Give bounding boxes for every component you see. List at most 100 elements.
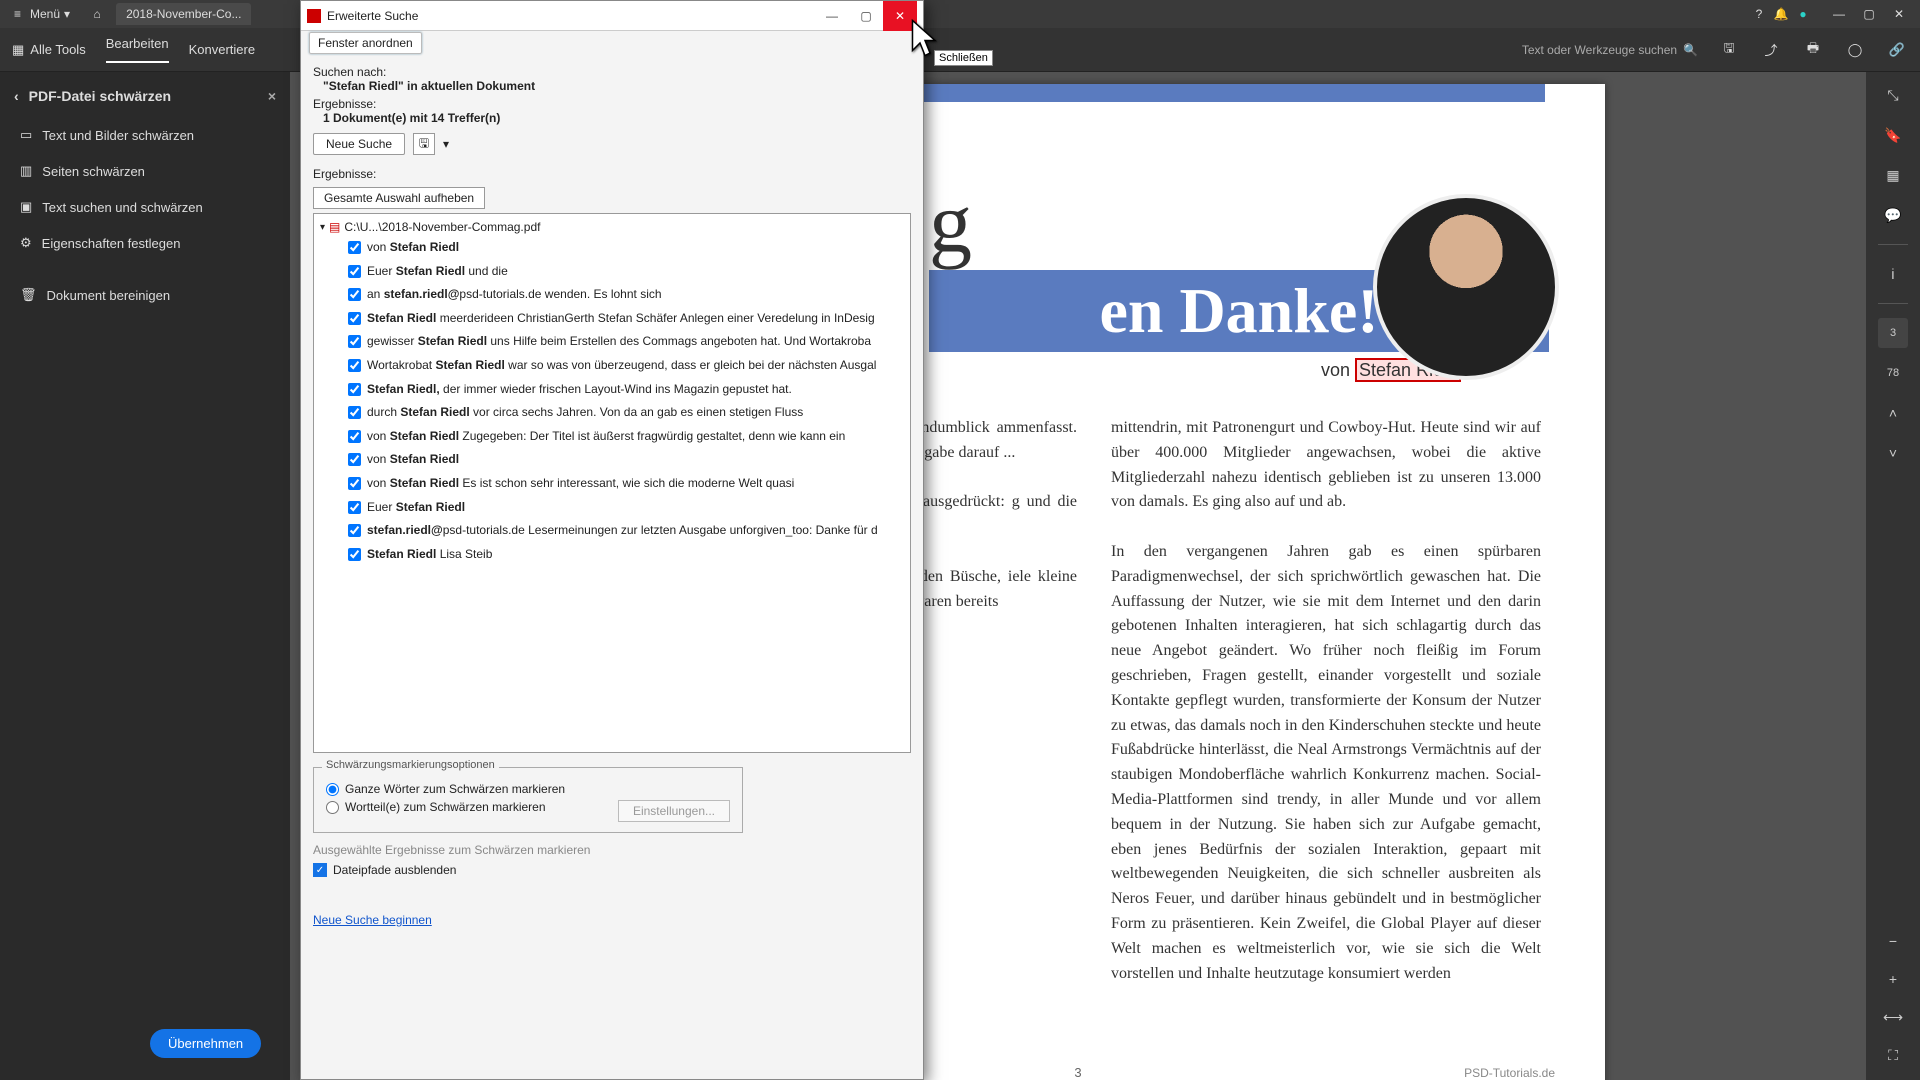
notifications-icon[interactable]: 🔔: [1770, 7, 1792, 21]
hit-checkbox[interactable]: [348, 406, 361, 419]
hit-checkbox[interactable]: [348, 453, 361, 466]
fullscreen-icon[interactable]: ⛶: [1878, 1040, 1908, 1070]
comment-icon[interactable]: 💬: [1878, 200, 1908, 230]
share-icon[interactable]: ◯: [1844, 42, 1866, 58]
radio-partial-words[interactable]: [326, 801, 339, 814]
save-icon[interactable]: 🖫: [1718, 39, 1740, 61]
result-hit[interactable]: Euer Stefan Riedl und die: [320, 260, 904, 284]
hit-text: an stefan.riedl@psd-tutorials.de wenden.…: [367, 287, 662, 303]
result-hit[interactable]: gewisser Stefan Riedl uns Hilfe beim Ers…: [320, 330, 904, 354]
option-label: Wortteil(e) zum Schwärzen markieren: [345, 800, 546, 814]
search-titlebar[interactable]: Erweiterte Suche — ▢ ✕: [301, 1, 923, 31]
result-hit[interactable]: durch Stefan Riedl vor circa sechs Jahre…: [320, 401, 904, 425]
text-column-right: mittendrin, mit Patronengurt und Cowboy-…: [1111, 416, 1541, 986]
result-hit[interactable]: von Stefan Riedl Zugegeben: Der Titel is…: [320, 425, 904, 449]
arrange-windows-button[interactable]: Fenster anordnen: [309, 32, 422, 54]
hit-checkbox[interactable]: [348, 359, 361, 372]
result-file-path: C:\U...\2018-November-Commag.pdf: [344, 220, 540, 234]
account-avatar[interactable]: ●: [1792, 7, 1814, 21]
hit-checkbox[interactable]: [348, 524, 361, 537]
sidebar-item-sanitize[interactable]: 🗑Dokument bereinigen: [10, 278, 280, 312]
document-tab[interactable]: 2018-November-Co...: [116, 3, 251, 25]
window-minimize[interactable]: —: [1826, 7, 1852, 21]
result-hit[interactable]: von Stefan Riedl Es ist schon sehr inter…: [320, 472, 904, 496]
result-hit[interactable]: an stefan.riedl@psd-tutorials.de wenden.…: [320, 283, 904, 307]
panel-toggle-icon[interactable]: ⤡: [1878, 80, 1908, 110]
results-list[interactable]: ▾ ▤ C:\U...\2018-November-Commag.pdf von…: [313, 213, 911, 753]
result-hit[interactable]: Stefan Riedl, der immer wieder frischen …: [320, 378, 904, 402]
print-icon[interactable]: 🖶: [1802, 39, 1824, 61]
page-up-icon[interactable]: ˄: [1878, 398, 1908, 428]
search-for-value: "Stefan Riedl" in aktuellen Dokument: [313, 79, 911, 93]
result-hit[interactable]: Euer Stefan Riedl: [320, 496, 904, 520]
convert-tab[interactable]: Konvertiere: [189, 42, 255, 57]
hit-text: durch Stefan Riedl vor circa sechs Jahre…: [367, 405, 803, 421]
back-icon[interactable]: ‹: [14, 88, 19, 104]
hit-checkbox[interactable]: [348, 241, 361, 254]
results-label: Ergebnisse:: [313, 97, 911, 111]
hit-checkbox[interactable]: [348, 312, 361, 325]
fit-width-icon[interactable]: ⟷: [1878, 1002, 1908, 1032]
sidebar-item-properties[interactable]: ⚙Eigenschaften festlegen: [10, 226, 280, 260]
export-icon[interactable]: ⤴: [1760, 40, 1782, 59]
result-hit[interactable]: Wortakrobat Stefan Riedl war so was von …: [320, 354, 904, 378]
all-tools-button[interactable]: ▦Alle Tools: [12, 42, 86, 58]
search-close[interactable]: ✕: [883, 1, 917, 31]
pdf-file-icon: ▤: [329, 220, 340, 234]
sidebar-close-icon[interactable]: ×: [268, 88, 276, 104]
window-maximize[interactable]: ▢: [1856, 7, 1882, 21]
window-close[interactable]: ✕: [1886, 7, 1912, 21]
hit-checkbox[interactable]: [348, 548, 361, 561]
result-hit[interactable]: Stefan Riedl Lisa Steib: [320, 543, 904, 567]
hide-paths-label: Dateipfade ausblenden: [333, 863, 456, 877]
hit-checkbox[interactable]: [348, 335, 361, 348]
result-hit[interactable]: von Stefan Riedl: [320, 236, 904, 260]
save-results-button[interactable]: 🖫: [413, 133, 435, 155]
search-minimize[interactable]: —: [815, 9, 849, 23]
thumbnails-icon[interactable]: ▦: [1878, 160, 1908, 190]
page-down-icon[interactable]: ˅: [1878, 438, 1908, 468]
hit-text: von Stefan Riedl Es ist schon sehr inter…: [367, 476, 794, 492]
redact-icon: ▭: [20, 127, 32, 143]
hit-checkbox[interactable]: [348, 288, 361, 301]
help-icon[interactable]: ?: [1748, 7, 1770, 21]
total-pages: 78: [1878, 358, 1908, 388]
apply-button[interactable]: Übernehmen: [150, 1029, 261, 1058]
hit-checkbox[interactable]: [348, 265, 361, 278]
hit-checkbox[interactable]: [348, 477, 361, 490]
home-button[interactable]: ⌂: [86, 7, 108, 21]
result-hit[interactable]: stefan.riedl@psd-tutorials.de Lesermeinu…: [320, 519, 904, 543]
zoom-out-icon[interactable]: −: [1878, 926, 1908, 956]
text-select-icon[interactable]: Ꭵ: [1878, 259, 1908, 289]
hit-checkbox[interactable]: [348, 383, 361, 396]
checkbox-checked-icon[interactable]: ✓: [313, 863, 327, 877]
bookmark-icon[interactable]: 🔖: [1878, 120, 1908, 150]
footer-brand: PSD-Tutorials.de: [1464, 1066, 1555, 1080]
search-maximize[interactable]: ▢: [849, 9, 883, 23]
search-placeholder: Text oder Werkzeuge suchen: [1522, 43, 1677, 57]
sidebar-item-search-redact[interactable]: ▣Text suchen und schwärzen: [10, 190, 280, 224]
menu-button[interactable]: Menü▾: [8, 5, 76, 23]
result-hit[interactable]: Stefan Riedl meerderideen ChristianGerth…: [320, 307, 904, 331]
result-hit[interactable]: von Stefan Riedl: [320, 448, 904, 472]
new-search-button[interactable]: Neue Suche: [313, 133, 405, 155]
result-file-node[interactable]: ▾ ▤ C:\U...\2018-November-Commag.pdf: [320, 218, 904, 236]
page-badge[interactable]: 3: [1878, 318, 1908, 348]
sidebar-item-redact-pages[interactable]: ▥Seiten schwärzen: [10, 154, 280, 188]
link-icon[interactable]: 🔗: [1886, 42, 1908, 58]
hide-paths-checkbox[interactable]: ✓ Dateipfade ausblenden: [313, 863, 911, 877]
sidebar-item-redact-text-images[interactable]: ▭Text und Bilder schwärzen: [10, 118, 280, 152]
pages-icon: ▥: [20, 163, 32, 179]
deselect-all-button[interactable]: Gesamte Auswahl aufheben: [313, 187, 485, 209]
hit-checkbox[interactable]: [348, 501, 361, 514]
new-search-link[interactable]: Neue Suche beginnen: [313, 913, 911, 927]
caret-down-icon[interactable]: ▾: [320, 222, 325, 233]
tool-search[interactable]: Text oder Werkzeuge suchen 🔍: [1522, 43, 1698, 57]
option-whole-words[interactable]: Ganze Wörter zum Schwärzen markieren: [326, 782, 730, 796]
save-dropdown-icon[interactable]: ▾: [443, 137, 449, 151]
zoom-in-icon[interactable]: +: [1878, 964, 1908, 994]
radio-whole-words[interactable]: [326, 783, 339, 796]
edit-tab[interactable]: Bearbeiten: [106, 36, 169, 63]
search-icon: 🔍: [1683, 43, 1698, 57]
hit-checkbox[interactable]: [348, 430, 361, 443]
